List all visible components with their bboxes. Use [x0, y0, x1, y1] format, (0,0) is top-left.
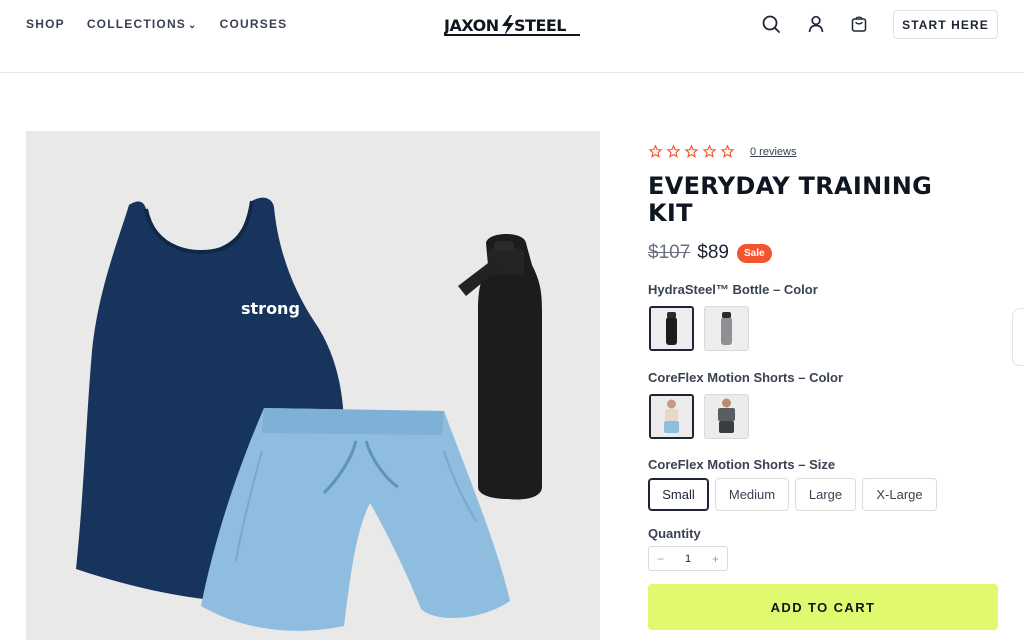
shorts-color-charcoal-swatch[interactable]	[704, 394, 749, 439]
search-icon[interactable]	[760, 13, 782, 35]
quantity-value[interactable]: 1	[685, 553, 691, 565]
tank-print-text: strong	[241, 299, 300, 318]
nav-courses[interactable]: COURSES	[220, 17, 288, 31]
account-icon[interactable]	[805, 13, 827, 35]
cart-icon[interactable]	[848, 13, 870, 35]
shorts-color-light-blue-swatch[interactable]	[649, 394, 694, 439]
svg-text:STEEL: STEEL	[514, 16, 566, 35]
star-outline-icon	[720, 144, 735, 158]
size-large-button[interactable]: Large	[795, 478, 856, 511]
star-outline-icon	[702, 144, 717, 158]
size-x-large-button[interactable]: X-Large	[862, 478, 937, 511]
size-medium-button[interactable]: Medium	[715, 478, 789, 511]
bottle-color-black-swatch[interactable]	[649, 306, 694, 351]
star-outline-icon	[648, 144, 663, 158]
compare-at-price: $107	[648, 242, 691, 263]
price-row: $107 $89 Sale	[648, 242, 772, 264]
quantity-stepper: − 1 +	[648, 546, 728, 571]
bottle-color-label: HydraSteel™ Bottle – Color	[648, 282, 818, 297]
side-drawer-tab[interactable]	[1012, 308, 1024, 366]
sale-price: $89	[697, 242, 729, 263]
bottle-silver-thumb	[705, 307, 748, 350]
shorts-color-label: CoreFlex Motion Shorts – Color	[648, 370, 844, 385]
quantity-increase-button[interactable]: +	[712, 552, 719, 566]
size-small-button[interactable]: Small	[648, 478, 709, 511]
product-title: EVERYDAY TRAINING KIT	[648, 172, 933, 227]
product-image: strong	[26, 131, 600, 640]
main-nav: SHOP COLLECTIONS ⌄ COURSES	[26, 17, 287, 31]
shorts-light-blue-thumb	[651, 396, 692, 437]
nav-collections[interactable]: COLLECTIONS ⌄	[87, 17, 198, 31]
sale-badge: Sale	[736, 243, 772, 263]
bottle-black-thumb	[651, 308, 692, 349]
add-to-cart-button[interactable]: ADD TO CART	[648, 584, 998, 630]
chevron-down-icon: ⌄	[188, 20, 198, 31]
nav-collections-label: COLLECTIONS	[86, 17, 187, 31]
product-rating: 0 reviews	[648, 144, 796, 159]
product-illustration: strong	[76, 197, 542, 631]
site-header: SHOP COLLECTIONS ⌄ COURSES JAXON STEEL ST…	[0, 0, 1024, 73]
shorts-size-label: CoreFlex Motion Shorts – Size	[648, 457, 836, 472]
svg-text:JAXON: JAXON	[444, 16, 499, 35]
quantity-decrease-button[interactable]: −	[657, 552, 664, 566]
quantity-label: Quantity	[648, 526, 701, 541]
reviews-link[interactable]: 0 reviews	[750, 146, 796, 158]
shorts-charcoal-thumb	[705, 395, 748, 438]
site-logo[interactable]: JAXON STEEL	[444, 12, 580, 38]
star-outline-icon	[666, 144, 681, 158]
star-outline-icon	[684, 144, 699, 158]
nav-shop[interactable]: SHOP	[26, 17, 65, 31]
start-here-button[interactable]: START HERE	[893, 10, 998, 39]
bottle-color-silver-swatch[interactable]	[704, 306, 749, 351]
